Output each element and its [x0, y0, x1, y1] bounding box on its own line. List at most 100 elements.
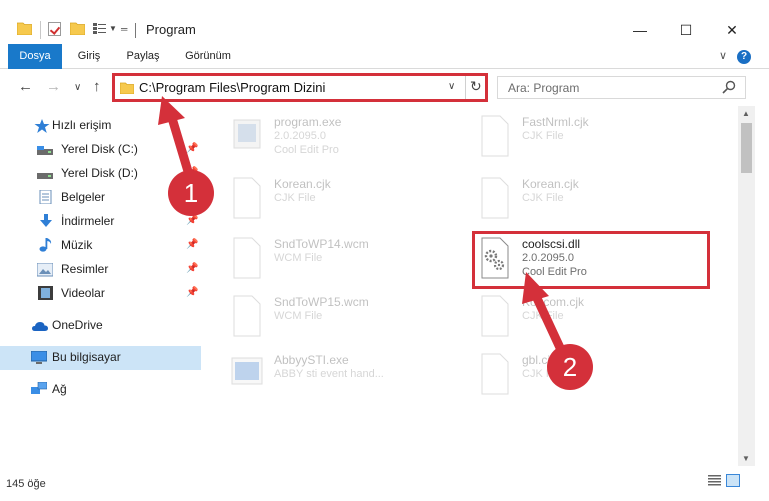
- file-item[interactable]: SndToWP14.wcm WCM File: [230, 234, 460, 290]
- sidebar-item-videos[interactable]: Videolar 📌: [0, 282, 201, 306]
- music-icon: [39, 238, 52, 252]
- sidebar-item-label: İndirmeler: [61, 214, 115, 228]
- file-type: WCM File: [274, 252, 323, 264]
- title-separator: [135, 23, 136, 38]
- file-item[interactable]: FastNrml.cjk CJK File: [478, 112, 708, 168]
- maximize-button[interactable]: ☐: [663, 19, 709, 41]
- file-version: 2.0.2095.0: [274, 130, 326, 142]
- file-description: ABBY sti event hand...: [274, 368, 384, 380]
- exe-icon: [231, 357, 263, 385]
- computer-icon: [31, 351, 47, 364]
- status-bar: 145 öğe: [0, 466, 769, 501]
- sidebar-item-label: Yerel Disk (C:): [61, 142, 138, 156]
- file-type: CJK File: [522, 310, 564, 322]
- pin-icon[interactable]: 📌: [186, 287, 198, 298]
- help-icon[interactable]: ?: [737, 50, 751, 64]
- sidebar-item-label: Videolar: [61, 286, 105, 300]
- star-icon: [34, 119, 50, 133]
- ribbon-tabs: Dosya Giriş Paylaş Görünüm: [0, 44, 769, 69]
- file-icon: [233, 237, 261, 279]
- close-button[interactable]: ✕: [709, 19, 755, 41]
- sidebar-item-label: Belgeler: [61, 190, 106, 204]
- file-icon: [481, 115, 509, 157]
- drive-icon: [37, 173, 53, 179]
- folder-icon: [120, 82, 134, 94]
- toolbar-separator: [40, 21, 41, 39]
- file-type: WCM File: [274, 310, 323, 322]
- file-item[interactable]: AbbyySTI.exe ABBY sti event hand...: [230, 350, 460, 406]
- address-bar[interactable]: C:\Program Files\Program Dizini ∨ ↻: [112, 73, 488, 102]
- file-item[interactable]: gbl.cjk CJK File: [478, 350, 708, 406]
- file-name: SndToWP15.wcm: [274, 295, 369, 309]
- sidebar-item-label: Resimler: [61, 262, 109, 276]
- sidebar-item-label: Müzik: [61, 238, 93, 252]
- pin-icon[interactable]: 📌: [186, 263, 198, 274]
- folder-icon[interactable]: [17, 22, 32, 35]
- sidebar-item-network[interactable]: Ağ: [0, 378, 201, 402]
- sidebar-item-onedrive[interactable]: OneDrive: [0, 314, 201, 338]
- caret-down-icon[interactable]: ▼: [109, 24, 117, 33]
- download-icon: [40, 214, 52, 227]
- file-description: Cool Edit Pro: [274, 144, 339, 156]
- pin-icon[interactable]: 📌: [186, 215, 198, 226]
- sidebar-item-music[interactable]: Müzik 📌: [0, 234, 201, 258]
- file-name: program.exe: [274, 115, 342, 129]
- navigation-pane: Hızlı erişim Yerel Disk (C:) 📌 Yerel Dis…: [0, 110, 201, 465]
- sidebar-item-downloads[interactable]: İndirmeler 📌: [0, 210, 201, 234]
- recent-locations-button[interactable]: ∨: [74, 82, 81, 93]
- file-name: FastNrml.cjk: [522, 115, 589, 129]
- scroll-up-icon[interactable]: ▲: [742, 109, 750, 118]
- file-item[interactable]: Korean.cjk CJK File: [230, 174, 460, 230]
- tab-dosya[interactable]: Dosya: [8, 44, 62, 69]
- file-name: AbbyySTI.exe: [274, 353, 349, 367]
- documents-icon: [39, 190, 52, 204]
- refresh-icon[interactable]: ↻: [470, 78, 482, 95]
- tab-giris[interactable]: Giriş: [66, 44, 112, 69]
- tab-gorunum[interactable]: Görünüm: [176, 44, 240, 69]
- file-name: Kor.com.cjk: [522, 295, 585, 309]
- sidebar-item-label: OneDrive: [52, 318, 103, 332]
- search-icon[interactable]: [722, 80, 736, 94]
- pin-icon[interactable]: 📌: [186, 239, 198, 250]
- up-button[interactable]: ↑: [93, 78, 101, 95]
- file-item[interactable]: program.exe 2.0.2095.0 Cool Edit Pro: [230, 112, 460, 168]
- sidebar-item-drive-c[interactable]: Yerel Disk (C:) 📌: [0, 138, 201, 162]
- file-item[interactable]: Korean.cjk CJK File: [478, 174, 708, 230]
- expand-ribbon-icon[interactable]: ∨: [719, 49, 727, 62]
- file-type: CJK File: [522, 130, 564, 142]
- tiles-view-icon[interactable]: [726, 474, 740, 487]
- scroll-down-icon[interactable]: ▼: [742, 454, 750, 463]
- forward-button[interactable]: →: [46, 78, 61, 95]
- callout-badge-1: 1: [168, 170, 214, 216]
- cloud-icon: [32, 322, 48, 331]
- sidebar-item-label: Hızlı erişim: [52, 118, 112, 132]
- customize-toolbar-icon[interactable]: ═: [121, 24, 127, 34]
- tab-paylas[interactable]: Paylaş: [118, 44, 168, 69]
- sidebar-item-pictures[interactable]: Resimler 📌: [0, 258, 201, 282]
- sidebar-item-label: Yerel Disk (D:): [61, 166, 138, 180]
- minimize-button[interactable]: —: [617, 19, 663, 41]
- file-item[interactable]: Kor.com.cjk CJK File: [478, 292, 708, 348]
- address-path[interactable]: C:\Program Files\Program Dizini: [139, 80, 325, 95]
- address-history-icon[interactable]: ∨: [448, 81, 455, 92]
- view-properties-icon[interactable]: [93, 23, 106, 34]
- properties-check-icon[interactable]: [48, 22, 61, 36]
- video-icon: [38, 286, 53, 300]
- vertical-scrollbar[interactable]: ▲ ▼: [738, 106, 755, 466]
- new-folder-icon[interactable]: [70, 22, 85, 35]
- file-name: Korean.cjk: [274, 177, 331, 191]
- pictures-icon: [37, 263, 53, 277]
- search-box[interactable]: Ara: Program: [497, 76, 746, 99]
- search-placeholder[interactable]: Ara: Program: [508, 81, 579, 95]
- file-item[interactable]: SndToWP15.wcm WCM File: [230, 292, 460, 348]
- file-name: SndToWP14.wcm: [274, 237, 369, 251]
- pin-icon[interactable]: 📌: [186, 143, 198, 154]
- sidebar-item-this-pc[interactable]: Bu bilgisayar: [0, 346, 201, 370]
- address-divider: [465, 76, 466, 99]
- details-view-icon[interactable]: [708, 475, 721, 486]
- scrollbar-thumb[interactable]: [741, 123, 752, 173]
- file-name: Korean.cjk: [522, 177, 579, 191]
- back-button[interactable]: ←: [18, 78, 33, 95]
- sidebar-item-quick-access[interactable]: Hızlı erişim: [0, 114, 201, 138]
- network-icon: [31, 382, 47, 394]
